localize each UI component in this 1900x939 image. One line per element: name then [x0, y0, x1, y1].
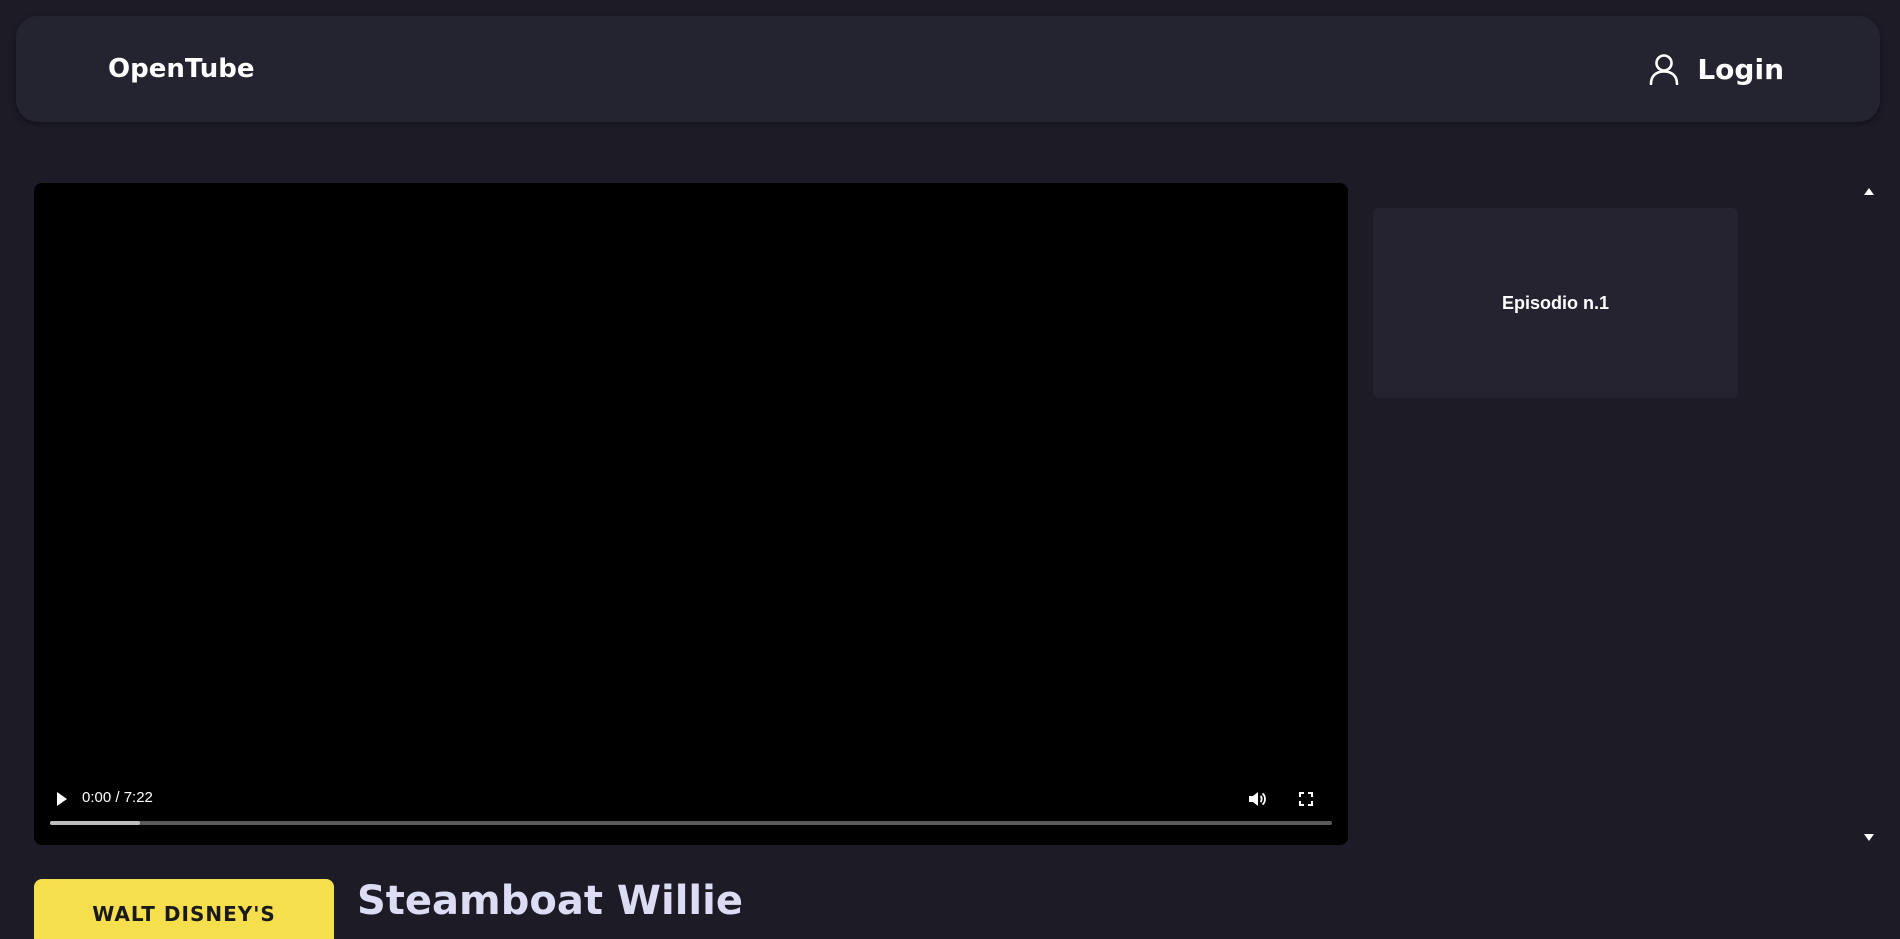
video-controls: 0:00 / 7:22 — [34, 765, 1348, 845]
play-button[interactable] — [46, 783, 78, 815]
episode-label: Episodio n.1 — [1501, 292, 1609, 313]
caret-down-icon — [1864, 834, 1874, 841]
fullscreen-icon — [1299, 792, 1313, 806]
poster-text: WALT DISNEY'S — [92, 902, 276, 926]
scroll-up-button[interactable] — [1862, 185, 1876, 197]
user-icon — [1650, 54, 1679, 85]
episode-list: Episodio n.1 — [1373, 208, 1738, 398]
progress-bar[interactable] — [50, 821, 1332, 825]
play-icon — [57, 792, 67, 806]
volume-button[interactable] — [1242, 783, 1274, 815]
more-options-button[interactable] — [1340, 783, 1348, 815]
episode-card[interactable]: Episodio n.1 — [1373, 208, 1738, 398]
volume-icon — [1249, 792, 1266, 806]
site-logo[interactable]: OpenTube — [108, 16, 255, 122]
top-navbar: OpenTube Login — [16, 16, 1880, 122]
progress-buffered — [50, 821, 140, 825]
video-title: Steamboat Willie — [357, 878, 743, 924]
fullscreen-button[interactable] — [1290, 783, 1322, 815]
time-display: 0:00 / 7:22 — [82, 789, 153, 806]
video-player[interactable]: 0:00 / 7:22 — [34, 183, 1348, 845]
login-button[interactable]: Login — [1649, 16, 1784, 122]
caret-up-icon — [1864, 188, 1874, 195]
video-poster: WALT DISNEY'S — [34, 879, 334, 939]
scroll-down-button[interactable] — [1862, 830, 1876, 842]
login-label: Login — [1697, 52, 1784, 86]
